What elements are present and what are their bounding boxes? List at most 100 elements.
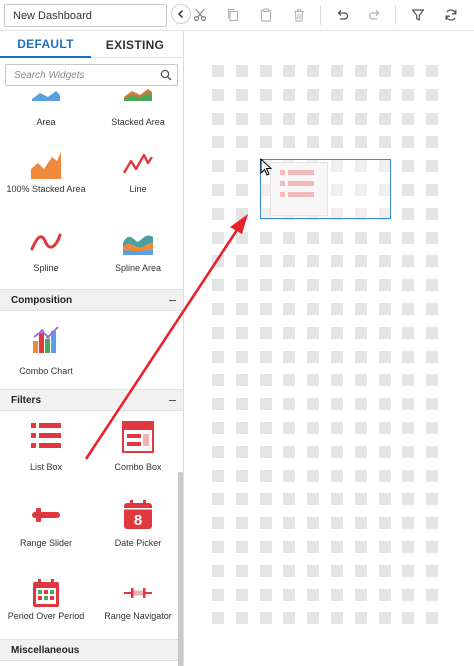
canvas-grid-cell: [283, 351, 295, 363]
canvas-grid-cell: [426, 327, 438, 339]
canvas-grid-cell: [260, 279, 272, 291]
widget-stacked-area[interactable]: Stacked Area: [92, 89, 183, 157]
canvas-grid-cell: [212, 541, 224, 553]
canvas-grid-cell: [379, 541, 391, 553]
section-composition[interactable]: Composition: [0, 289, 183, 311]
canvas-grid-cell: [355, 113, 367, 125]
canvas-grid-cell: [355, 351, 367, 363]
widget-area[interactable]: Area: [0, 89, 92, 157]
widget-spline-area[interactable]: Spline Area: [92, 227, 183, 297]
canvas-grid-cell: [379, 565, 391, 577]
canvas-grid-cell: [260, 612, 272, 624]
canvas-grid-cell: [212, 113, 224, 125]
canvas-grid-cell: [355, 89, 367, 101]
widget-range-navigator[interactable]: Range Navigator: [92, 577, 183, 647]
delete-button[interactable]: [287, 4, 311, 26]
widget-range-slider[interactable]: Range Slider: [0, 499, 92, 569]
section-title: Filters: [11, 395, 42, 406]
canvas-grid-cell: [379, 232, 391, 244]
canvas-grid-cell: [307, 89, 319, 101]
canvas-grid-cell: [283, 470, 295, 482]
canvas-grid-cell: [307, 398, 319, 410]
canvas-grid-cell: [236, 470, 248, 482]
canvas-grid-cell: [402, 374, 414, 386]
calendar-day-text: 8: [134, 512, 142, 529]
widget-combo-chart[interactable]: Combo Chart: [0, 323, 92, 393]
copy-button[interactable]: [221, 4, 245, 26]
section-miscellaneous[interactable]: Miscellaneous: [0, 639, 183, 661]
canvas-grid-cell: [355, 470, 367, 482]
widget-drop-preview[interactable]: [260, 159, 391, 219]
canvas-grid-cell: [236, 565, 248, 577]
refresh-button[interactable]: [439, 4, 463, 26]
widget-label: Area: [36, 117, 56, 127]
toolbar: [0, 0, 474, 31]
section-filters[interactable]: Filters: [0, 389, 183, 411]
widget-list-box[interactable]: List Box: [0, 421, 92, 491]
canvas-grid-cell: [379, 303, 391, 315]
canvas-grid-cell: [236, 136, 248, 148]
canvas-grid-cell: [236, 374, 248, 386]
widget-label: List Box: [29, 462, 62, 472]
widget-date-picker[interactable]: 8 Date Picker: [92, 499, 183, 569]
canvas-grid-cell: [307, 136, 319, 148]
widget-100-stacked-area[interactable]: 100% Stacked Area: [0, 149, 92, 219]
canvas-grid-cell: [212, 232, 224, 244]
canvas-grid-cell: [260, 89, 272, 101]
canvas-grid-cell: [402, 89, 414, 101]
section-title: Miscellaneous: [11, 645, 80, 656]
canvas-grid-cell: [331, 303, 343, 315]
tab-existing[interactable]: EXISTING: [91, 31, 179, 58]
canvas-grid-cell: [402, 160, 414, 172]
panel-scrollbar[interactable]: [178, 472, 183, 666]
canvas-grid-cell: [307, 422, 319, 434]
canvas-grid-cell: [331, 541, 343, 553]
widget-label: Spline: [33, 263, 59, 273]
canvas-grid-cell: [283, 136, 295, 148]
canvas-grid-cell: [331, 493, 343, 505]
dashboard-canvas[interactable]: [185, 31, 474, 666]
canvas-grid-cell: [260, 422, 272, 434]
undo-button[interactable]: [330, 4, 354, 26]
canvas-grid-cell: [331, 351, 343, 363]
collapse-icon[interactable]: [169, 400, 176, 401]
canvas-grid-cell: [212, 446, 224, 458]
collapse-icon[interactable]: [169, 300, 176, 301]
panel-collapse-button[interactable]: [171, 4, 191, 24]
widget-spline[interactable]: Spline: [0, 227, 92, 297]
chevron-left-icon: [177, 9, 184, 19]
canvas-grid-cell: [307, 65, 319, 77]
canvas-grid-cell: [260, 517, 272, 529]
widget-combo-box[interactable]: Combo Box: [92, 421, 183, 491]
canvas-grid-cell: [307, 255, 319, 267]
widget-label: Combo Chart: [19, 366, 73, 376]
tab-default[interactable]: DEFAULT: [0, 31, 91, 58]
canvas-grid-cell: [355, 374, 367, 386]
canvas-grid-cell: [402, 565, 414, 577]
canvas-grid-cell: [379, 89, 391, 101]
redo-button[interactable]: [363, 4, 387, 26]
widget-line[interactable]: Line: [92, 149, 183, 219]
canvas-grid-cell: [212, 184, 224, 196]
canvas-grid-cell: [260, 351, 272, 363]
widget-period-over-period[interactable]: Period Over Period: [0, 577, 92, 647]
canvas-grid-cell: [402, 184, 414, 196]
canvas-grid-cell: [283, 89, 295, 101]
paste-button[interactable]: [254, 4, 278, 26]
canvas-grid-cell: [260, 398, 272, 410]
canvas-grid-cell: [307, 446, 319, 458]
dashboard-name-input[interactable]: [4, 4, 167, 27]
search-icon[interactable]: [160, 69, 172, 81]
canvas-grid-cell: [355, 279, 367, 291]
filter-icon: [411, 9, 425, 21]
filter-button[interactable]: [406, 4, 430, 26]
canvas-grid-cell: [260, 136, 272, 148]
canvas-grid-cell: [402, 136, 414, 148]
canvas-grid-cell: [236, 279, 248, 291]
canvas-grid-cell: [212, 422, 224, 434]
cut-button[interactable]: [188, 4, 212, 26]
area-chart-icon: [32, 91, 60, 101]
search-input[interactable]: [6, 65, 156, 85]
stacked-area-chart-icon: [124, 89, 152, 101]
canvas-grid-cell: [283, 374, 295, 386]
